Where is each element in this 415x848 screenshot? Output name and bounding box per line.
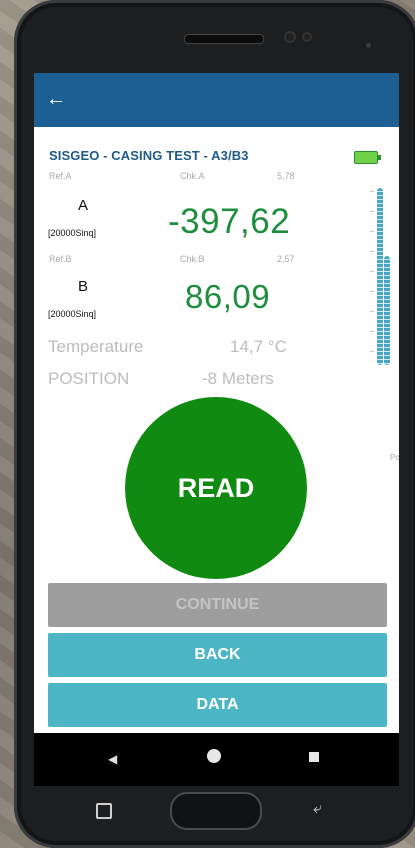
chk-a-label: Chk.A — [180, 171, 205, 181]
chk-b-label: Chk.B — [180, 254, 205, 264]
read-button[interactable]: READ — [125, 397, 307, 579]
chk-a-value: 5,78 — [277, 171, 295, 181]
channel-b-letter: B — [78, 278, 89, 295]
hardware-recents-icon[interactable] — [96, 803, 112, 819]
channel-b-reading: 86,09 — [185, 278, 271, 315]
gauge-tick — [370, 311, 374, 312]
continue-button[interactable]: CONTINUE — [48, 583, 387, 627]
nav-back-icon[interactable]: ◀ — [108, 752, 117, 766]
light-sensor — [366, 43, 371, 48]
front-camera — [284, 31, 296, 43]
temperature-value: 14,7 °C — [230, 337, 287, 356]
temperature-label: Temperature — [48, 337, 144, 356]
gauge-label: Pos. — [390, 453, 399, 462]
position-gauge — [370, 181, 394, 369]
page-title: SISGEO - CASING TEST - A3/B3 — [49, 148, 249, 163]
data-button[interactable]: DATA — [48, 683, 387, 727]
app-bar: ← — [34, 73, 399, 127]
earpiece-speaker — [184, 34, 264, 44]
gauge-tick — [370, 251, 374, 252]
battery-icon — [354, 151, 381, 164]
gauge-tick — [370, 231, 374, 232]
gauge-tick — [370, 211, 374, 212]
gauge-bar-a — [377, 188, 383, 365]
position-label: POSITION — [48, 369, 130, 388]
ref-a-label: Ref.A — [49, 171, 72, 181]
app-screen: ← SISGEO - CASING TEST - A3/B3 Ref.A Chk… — [34, 73, 399, 733]
hardware-back-icon[interactable]: ⤶ — [313, 800, 322, 818]
ref-b-label: Ref.B — [49, 254, 72, 264]
gauge-tick — [370, 271, 374, 272]
back-button[interactable]: BACK — [48, 633, 387, 677]
channel-a-reading: -397,62 — [168, 202, 291, 241]
nav-recents-icon[interactable] — [309, 752, 319, 762]
nav-home-icon[interactable] — [207, 749, 221, 763]
channel-b-sensor: [20000Sinq] — [48, 309, 97, 319]
system-nav-bar: ◀ — [34, 733, 399, 786]
proximity-sensor — [302, 32, 312, 42]
channel-a-sensor: [20000Sinq] — [48, 228, 97, 238]
gauge-tick — [370, 191, 374, 192]
channel-a-letter: A — [78, 197, 89, 214]
gauge-tick — [370, 331, 374, 332]
hardware-home-button[interactable] — [170, 792, 262, 830]
position-value: -8 Meters — [202, 369, 274, 388]
chk-b-value: 2,57 — [277, 254, 295, 264]
gauge-tick — [370, 351, 374, 352]
gauge-tick — [370, 291, 374, 292]
gauge-bar-b — [384, 256, 390, 365]
back-arrow-icon[interactable]: ← — [44, 87, 68, 111]
